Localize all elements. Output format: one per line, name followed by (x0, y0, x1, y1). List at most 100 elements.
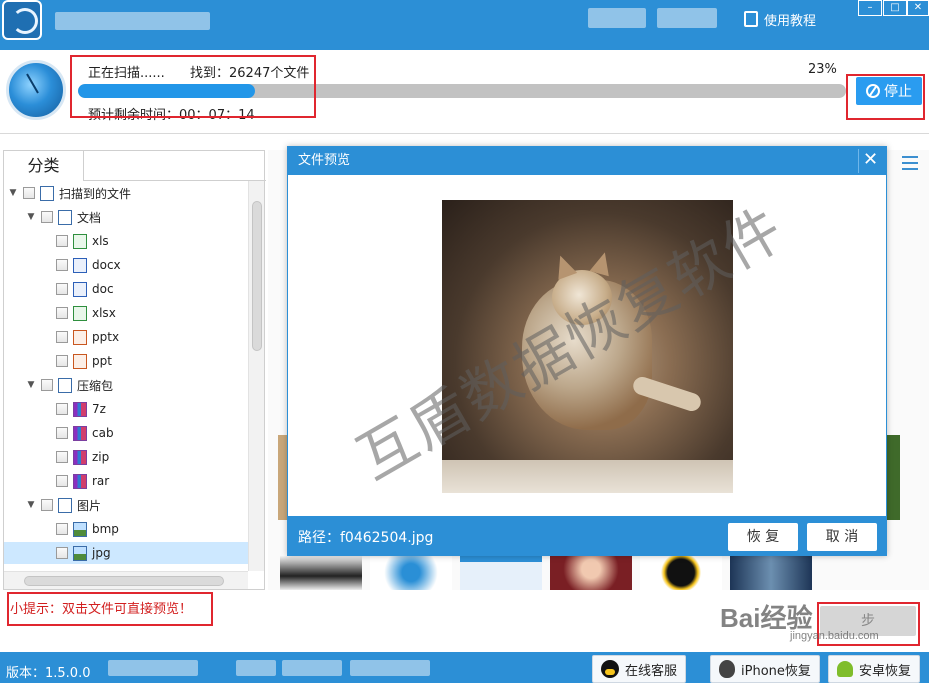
tab-bar: 分类 (4, 151, 266, 181)
thumbnail[interactable] (640, 555, 722, 590)
scan-status: 正在扫描...... (88, 66, 165, 81)
stop-icon (866, 84, 880, 98)
tree-checkbox[interactable] (56, 403, 68, 415)
image-folder-icon (58, 497, 72, 513)
tree-row[interactable]: bmp (56, 518, 119, 540)
tree-label: rar (92, 474, 110, 488)
tree-checkbox[interactable] (56, 283, 68, 295)
expand-toggle-icon[interactable]: ▼ (26, 212, 36, 222)
tree-row[interactable]: ppt (56, 350, 112, 372)
tree-label: 压缩包 (77, 378, 114, 393)
app-logo-icon (2, 0, 42, 40)
tree-row[interactable]: ▼ 压缩包 (26, 374, 113, 396)
tree-checkbox[interactable] (56, 259, 68, 271)
cancel-button[interactable]: 取 消 (807, 523, 877, 551)
progress-fill (78, 84, 255, 98)
tree-checkbox[interactable] (56, 307, 68, 319)
tree-row[interactable]: ▼ 图片 (26, 494, 101, 516)
tab-category[interactable]: 分类 (4, 151, 84, 181)
thumbnail[interactable] (550, 555, 632, 590)
file-tree: ▼ 扫描到的文件 ▼ 文档 xls docx doc xlsx pptx ppt ▼ 压缩包 7z cab… (4, 181, 248, 571)
jpg-icon (73, 545, 87, 561)
recover-button[interactable]: 恢 复 (728, 523, 798, 551)
tree-row[interactable]: xlsx (56, 302, 116, 324)
scroll-thumb[interactable] (252, 201, 262, 351)
thumbnail[interactable] (886, 435, 900, 520)
pptx-icon (73, 329, 87, 345)
minimize-icon[interactable]: – (858, 0, 882, 16)
tree-checkbox[interactable] (56, 235, 68, 247)
stop-button[interactable]: 停止 (856, 77, 922, 105)
tree-row[interactable]: zip (56, 446, 109, 468)
progress-percent: 23% (808, 62, 837, 77)
android-recover-button[interactable]: 安卓恢复 (828, 655, 921, 683)
tree-row[interactable]: ▼ 扫描到的文件 (8, 182, 131, 204)
xls-icon (73, 233, 87, 249)
hint-text: 小提示：双击文件可直接预览！ (10, 602, 193, 617)
dialog-footer: 路径：f0462504.jpg 恢 复 取 消 (288, 516, 886, 556)
tree-row[interactable]: ▼ 文档 (26, 206, 101, 228)
tree-row[interactable]: pptx (56, 326, 119, 348)
tree-checkbox[interactable] (56, 331, 68, 343)
tree-checkbox[interactable] (56, 475, 68, 487)
list-icon (40, 185, 54, 201)
tree-checkbox[interactable] (41, 211, 53, 223)
tree-vertical-scrollbar[interactable] (248, 181, 264, 571)
dialog-title: 文件预览 ✕ (288, 147, 886, 175)
cat-ear (589, 249, 615, 277)
tree-row[interactable]: 7z (56, 398, 106, 420)
tree-label: cab (92, 426, 114, 440)
scan-panel: 正在扫描...... 找到：26247个文件 23% 预计剩余时间：00：07：… (0, 50, 929, 134)
redacted-info (282, 660, 342, 676)
tree-row[interactable]: docx (56, 254, 121, 276)
thumbnail[interactable] (370, 555, 452, 590)
dialog-close-icon[interactable]: ✕ (858, 149, 882, 173)
thumbnail[interactable] (730, 555, 812, 590)
thumbnail[interactable] (460, 555, 542, 590)
tree-row[interactable]: doc (56, 278, 114, 300)
android-recover-label: 安卓恢复 (859, 663, 912, 679)
tree-row[interactable]: rar (56, 470, 109, 492)
android-icon (837, 661, 853, 677)
preview-dialog: 文件预览 ✕ 互盾数据恢复软件 路径：f0462504.jpg 恢 复 取 消 (287, 146, 887, 556)
menu-icon[interactable] (902, 156, 918, 170)
scroll-thumb[interactable] (24, 576, 224, 586)
tree-row[interactable]: jpg (4, 542, 248, 564)
ppt-icon (73, 353, 87, 369)
online-service-button[interactable]: 在线客服 (592, 655, 687, 683)
thumbnail[interactable] (280, 555, 362, 590)
expand-toggle-icon[interactable]: ▼ (8, 188, 18, 198)
expand-toggle-icon[interactable]: ▼ (26, 380, 36, 390)
iphone-recover-button[interactable]: iPhone恢复 (710, 655, 820, 683)
dialog-title-text: 文件预览 (298, 153, 351, 168)
app-window: 使用教程 – □ ✕ 正在扫描...... 找到：26247个文件 23% 预计… (0, 0, 929, 683)
tree-checkbox[interactable] (56, 523, 68, 535)
tree-checkbox[interactable] (56, 355, 68, 367)
thumbnail-strip (280, 555, 900, 590)
tree-checkbox[interactable] (56, 451, 68, 463)
tree-label: xls (92, 234, 109, 248)
tree-checkbox[interactable] (41, 379, 53, 391)
tree-checkbox[interactable] (41, 499, 53, 511)
tree-label: ppt (92, 354, 112, 368)
expand-toggle-icon[interactable]: ▼ (26, 500, 36, 510)
tree-checkbox[interactable] (56, 547, 68, 559)
tree-checkbox[interactable] (23, 187, 35, 199)
document-icon (58, 209, 72, 225)
cab-icon (73, 425, 87, 441)
status-bar: 版本：1.5.0.0 在线客服 iPhone恢复 安卓恢复 (0, 652, 929, 683)
tree-row[interactable]: xls (56, 230, 109, 252)
help-button[interactable]: 使用教程 (744, 8, 816, 30)
tree-label: 7z (92, 402, 106, 416)
tree-label: 文档 (77, 210, 102, 225)
close-icon[interactable]: ✕ (907, 0, 929, 16)
maximize-icon[interactable]: □ (883, 0, 907, 16)
xlsx-icon (73, 305, 87, 321)
tree-row[interactable]: cab (56, 422, 114, 444)
online-service-label: 在线客服 (625, 663, 678, 679)
iphone-recover-label: iPhone恢复 (741, 663, 811, 679)
tree-checkbox[interactable] (56, 427, 68, 439)
docx-icon (73, 257, 87, 273)
redacted-title (55, 12, 210, 30)
tree-horizontal-scrollbar[interactable] (4, 571, 248, 589)
